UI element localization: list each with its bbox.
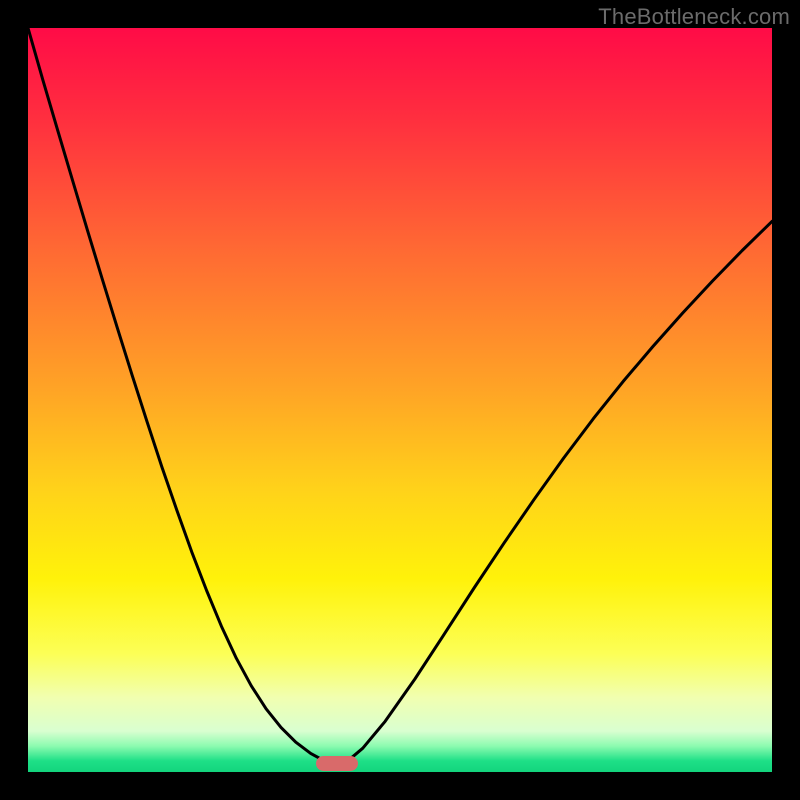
optimal-marker (316, 756, 358, 771)
watermark-text: TheBottleneck.com (598, 4, 790, 30)
chart-frame: TheBottleneck.com (0, 0, 800, 800)
plot-area (28, 28, 772, 772)
bottleneck-curve (28, 28, 772, 772)
